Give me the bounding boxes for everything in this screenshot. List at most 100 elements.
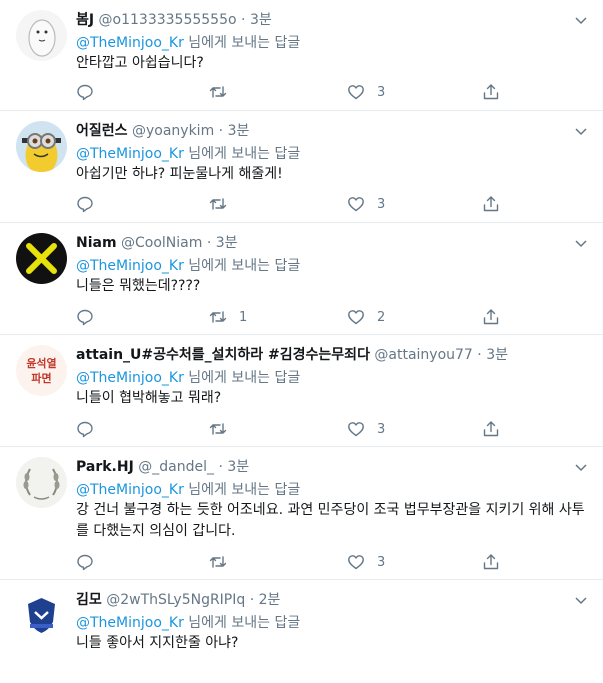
- share-button[interactable]: [482, 419, 500, 439]
- share-icon: [483, 84, 499, 100]
- action-bar: 3: [76, 82, 508, 102]
- heart-icon: [348, 422, 364, 437]
- avatar[interactable]: [16, 590, 67, 641]
- retweet-button[interactable]: [209, 552, 239, 572]
- tweet-text: 니들이 협박해놓고 뭐래?: [76, 390, 222, 406]
- user-handle[interactable]: @_dandel_: [138, 459, 214, 475]
- stamp-text-avatar: 윤석열 파면: [16, 345, 67, 396]
- reply-button[interactable]: [76, 552, 106, 572]
- tweet-header: 어질런스 @yoanykim · 3분: [76, 121, 249, 141]
- share-button[interactable]: [482, 194, 500, 214]
- retweet-icon: [209, 311, 227, 323]
- share-icon: [483, 421, 499, 437]
- rice-character-avatar: [16, 10, 67, 61]
- separator-dot: ·: [218, 123, 224, 139]
- replying-to: @TheMinjoo_Kr 님에게 보내는 답글: [76, 144, 300, 164]
- heart-icon: [348, 310, 364, 325]
- user-handle[interactable]: @o113333555555o: [99, 12, 237, 28]
- mention-link[interactable]: @TheMinjoo_Kr: [76, 146, 184, 162]
- chevron-down-icon[interactable]: [573, 123, 589, 139]
- retweet-button[interactable]: [209, 419, 239, 439]
- like-button[interactable]: 3: [347, 419, 385, 439]
- tweet[interactable]: Park.HJ @_dandel_ · 3분 @TheMinjoo_Kr 님에게…: [0, 447, 603, 580]
- user-handle[interactable]: @CoolNiam: [121, 235, 202, 251]
- chevron-down-icon[interactable]: [573, 235, 589, 251]
- timestamp[interactable]: 3분: [486, 347, 508, 363]
- share-button[interactable]: [482, 82, 500, 102]
- replying-to-label: 님에게 보내는 답글: [188, 258, 301, 274]
- tweet-text: 안타깝고 아쉽습니다?: [76, 55, 204, 71]
- heart-icon: [348, 555, 364, 570]
- user-handle[interactable]: @attainyou77: [374, 347, 472, 363]
- chevron-down-icon[interactable]: [573, 12, 589, 28]
- like-button[interactable]: 3: [347, 194, 385, 214]
- tweet[interactable]: 윤석열 파면 attain_U#공수처를_설치하라 #김경수는무죄다 @atta…: [0, 335, 603, 447]
- share-button[interactable]: [482, 307, 500, 327]
- mention-link[interactable]: @TheMinjoo_Kr: [76, 615, 184, 631]
- display-name[interactable]: 김모: [76, 592, 102, 608]
- like-button[interactable]: 2: [347, 307, 385, 327]
- replying-to-label: 님에게 보내는 답글: [188, 370, 301, 386]
- reply-button[interactable]: [76, 419, 106, 439]
- avatar[interactable]: [16, 233, 67, 284]
- tweet-header: attain_U#공수처를_설치하라 #김경수는무죄다 @attainyou77…: [76, 345, 508, 365]
- tweet-header: Park.HJ @_dandel_ · 3분: [76, 457, 249, 477]
- timestamp[interactable]: 3분: [250, 12, 272, 28]
- share-button[interactable]: [482, 552, 500, 572]
- mention-link[interactable]: @TheMinjoo_Kr: [76, 482, 184, 498]
- laurel-wreath-avatar: [16, 457, 67, 508]
- retweet-button[interactable]: 1: [209, 307, 247, 327]
- mention-link[interactable]: @TheMinjoo_Kr: [76, 35, 184, 51]
- mention-link[interactable]: @TheMinjoo_Kr: [76, 258, 184, 274]
- tweet-text: 강 건너 불구경 하는 듯한 어조네요. 과연 민주당이 조국 법무부장관을 지…: [76, 502, 585, 539]
- mention-link[interactable]: @TheMinjoo_Kr: [76, 370, 184, 386]
- heart-icon: [348, 197, 364, 212]
- like-button[interactable]: 3: [347, 552, 385, 572]
- tweet[interactable]: 봄J @o113333555555o · 3분 @TheMinjoo_Kr 님에…: [0, 0, 603, 111]
- retweet-button[interactable]: [209, 194, 239, 214]
- separator-dot: ·: [249, 592, 255, 608]
- heart-icon: [348, 85, 364, 100]
- tweet[interactable]: Niam @CoolNiam · 3분 @TheMinjoo_Kr 님에게 보내…: [0, 223, 603, 335]
- replying-to: @TheMinjoo_Kr 님에게 보내는 답글: [76, 33, 300, 53]
- yellow-x-avatar: [16, 233, 67, 284]
- separator-dot: ·: [206, 235, 212, 251]
- retweet-icon: [209, 423, 227, 435]
- avatar[interactable]: 윤석열 파면: [16, 345, 67, 396]
- badge-avatar: [16, 590, 67, 641]
- timestamp[interactable]: 2분: [259, 592, 281, 608]
- avatar[interactable]: [16, 10, 67, 61]
- display-name[interactable]: Niam: [76, 235, 117, 251]
- tweet[interactable]: 어질런스 @yoanykim · 3분 @TheMinjoo_Kr 님에게 보내…: [0, 111, 603, 223]
- tweet-text: 니들 좋아서 지지한줄 아냐?: [76, 635, 239, 651]
- replying-to: @TheMinjoo_Kr 님에게 보내는 답글: [76, 613, 300, 633]
- retweet-icon: [209, 556, 227, 568]
- user-handle[interactable]: @2wThSLy5NgRIPIq: [106, 592, 245, 608]
- timestamp[interactable]: 3분: [227, 459, 249, 475]
- chevron-down-icon[interactable]: [573, 459, 589, 475]
- display-name[interactable]: attain_U#공수처를_설치하라 #김경수는무죄다: [76, 347, 370, 363]
- action-bar: 3: [76, 419, 508, 439]
- reply-button[interactable]: [76, 194, 106, 214]
- reply-button[interactable]: [76, 307, 106, 327]
- retweet-count: 1: [239, 309, 248, 325]
- retweet-icon: [209, 198, 227, 210]
- user-handle[interactable]: @yoanykim: [132, 123, 214, 139]
- display-name[interactable]: 어질런스: [76, 123, 128, 139]
- tweet[interactable]: 김모 @2wThSLy5NgRIPIq · 2분 @TheMinjoo_Kr 님…: [0, 580, 603, 683]
- like-count: 3: [377, 196, 386, 212]
- reply-button[interactable]: [76, 82, 106, 102]
- avatar[interactable]: [16, 121, 67, 172]
- reply-icon: [77, 84, 93, 101]
- like-button[interactable]: 3: [347, 82, 385, 102]
- timestamp[interactable]: 3분: [216, 235, 238, 251]
- avatar[interactable]: [16, 457, 67, 508]
- timestamp[interactable]: 3분: [228, 123, 250, 139]
- chevron-down-icon[interactable]: [573, 592, 589, 608]
- retweet-button[interactable]: [209, 82, 239, 102]
- reply-feed: 봄J @o113333555555o · 3분 @TheMinjoo_Kr 님에…: [0, 0, 603, 683]
- tweet-header: 김모 @2wThSLy5NgRIPIq · 2분: [76, 590, 280, 610]
- display-name[interactable]: 봄J: [76, 12, 94, 28]
- reply-icon: [77, 309, 93, 326]
- display-name[interactable]: Park.HJ: [76, 459, 134, 475]
